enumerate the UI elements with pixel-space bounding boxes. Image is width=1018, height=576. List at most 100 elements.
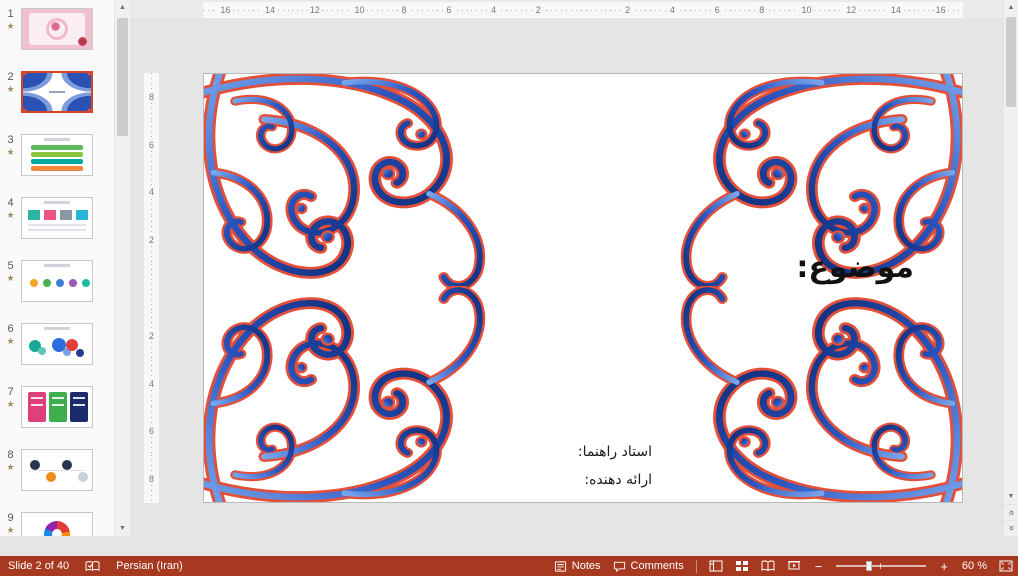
thumbnail-row-1: 1★ [0,8,114,50]
presenter-line[interactable]: ارائه دهنده: [578,466,652,494]
transition-star-icon: ★ [6,85,14,94]
slide-7-thumbnail[interactable] [21,386,93,428]
status-bar: Slide 2 of 40 Persian (Iran) Notes Comme… [0,556,1018,576]
powerpoint-window: 1★ 2★ 3★ 4★ 5★ 6★ [0,0,1018,556]
ruler-label: 4 [650,2,695,18]
slide-number: 4 [7,197,13,209]
zoom-slider-thumb[interactable] [866,561,872,571]
slide-indicator[interactable]: Slide 2 of 40 [8,560,69,572]
ruler-label: 12 [829,2,874,18]
editing-area: 161412108642246810121416 86422468 موضوع:… [130,0,1003,536]
slide-number: 1 [7,8,13,20]
slide-5-thumbnail[interactable] [21,260,93,302]
previous-slide-button[interactable]: « [1004,504,1018,520]
ruler-label: 12 [292,2,337,18]
horizontal-ruler-strip: 161412108642246810121416 [130,0,1003,20]
main-scrollbar-track[interactable] [1004,15,1018,489]
next-slide-button[interactable]: « [1004,520,1018,536]
ruler-label: 6 [144,407,159,455]
slide-show-button[interactable] [787,560,801,572]
spell-check-icon [85,560,100,573]
slide-9-thumbnail[interactable] [21,512,93,536]
slide-2-thumbnail[interactable] [21,71,93,113]
transition-star-icon: ★ [6,463,14,472]
thumbnail-row-9: 9★ [0,512,114,536]
thumbnail-row-8: 8★ [0,449,114,491]
scroll-up-icon[interactable]: ▲ [115,0,131,15]
thumbnail-row-6: 6★ [0,323,114,365]
notes-icon [554,560,567,573]
slide-3-thumbnail[interactable] [21,134,93,176]
slide-1-thumbnail[interactable] [21,8,93,50]
zoom-level-button[interactable]: 60 % [962,560,987,572]
double-chevron-down-icon: « [1006,526,1017,531]
ruler-label: 6 [427,2,472,18]
thumbnail-scrollbar[interactable]: ▲ ▼ [114,0,130,536]
ruler-label: 10 [337,2,382,18]
thumbnail-row-4: 4★ [0,197,114,239]
language-button[interactable]: Persian (Iran) [116,560,183,572]
main-scrollbar[interactable]: ▲ ▼ « « [1003,0,1018,536]
ruler-label [561,2,606,18]
fit-slide-to-window-button[interactable] [999,560,1013,572]
slide-6-thumbnail[interactable] [21,323,93,365]
scroll-down-icon[interactable]: ▼ [115,521,131,536]
zoom-out-button[interactable]: − [813,560,825,573]
spell-check-button[interactable] [85,560,100,573]
ornament-corner-bottom-left-icon [203,286,512,503]
slide-number: 9 [7,512,13,524]
slide-sorter-icon [735,560,749,572]
thumbnail-row-2: 2★ [0,71,114,113]
slide-canvas[interactable]: موضوع: استاد راهنما: ارائه دهنده: [203,73,963,503]
ornament-corner-bottom-right-icon [654,286,963,503]
ruler-label: 10 [784,2,829,18]
slide-4-thumbnail[interactable] [21,197,93,239]
normal-view-button[interactable] [709,560,723,572]
slide-8-thumbnail[interactable] [21,449,93,491]
ruler-label: 2 [605,2,650,18]
scroll-down-icon[interactable]: ▼ [1004,489,1018,504]
notes-button[interactable]: Notes [554,560,601,573]
slide-sorter-view-button[interactable] [735,560,749,572]
thumbnail-row-7: 7★ [0,386,114,428]
h-ruler: 161412108642246810121416 [203,2,963,18]
thumbnail-scrollbar-thumb[interactable] [117,18,128,136]
ruler-label: 6 [144,121,159,169]
advisor-line[interactable]: استاد راهنما: [578,438,652,466]
ruler-label [144,264,159,312]
thumbnail-scrollbar-track[interactable] [115,15,130,521]
ruler-label: 2 [144,312,159,360]
scroll-up-icon[interactable]: ▲ [1004,0,1018,15]
ruler-label: 8 [739,2,784,18]
ruler-label: 8 [382,2,427,18]
zoom-slider[interactable] [836,560,926,572]
slide-title-placeholder[interactable]: موضوع: [796,250,914,285]
ruler-label: 8 [144,73,159,121]
ruler-label: 2 [144,216,159,264]
zoom-slider-track[interactable] [836,565,926,567]
reading-view-button[interactable] [761,560,775,572]
ruler-label: 4 [144,360,159,408]
ruler-label: 4 [471,2,516,18]
double-chevron-up-icon: « [1006,510,1017,515]
transition-star-icon: ★ [6,400,14,409]
comments-icon [613,560,626,573]
ruler-label: 16 [203,2,248,18]
slide-show-icon [787,560,801,572]
slide-number: 6 [7,323,13,335]
ruler-label: 14 [248,2,293,18]
transition-star-icon: ★ [6,526,14,535]
thumbnail-panel: 1★ 2★ 3★ 4★ 5★ 6★ [0,0,130,536]
ruler-label: 8 [144,455,159,503]
thumbnail-list: 1★ 2★ 3★ 4★ 5★ 6★ [0,0,114,536]
thumbnail-row-3: 3★ [0,134,114,176]
comments-button[interactable]: Comments [613,560,684,573]
slide-number: 3 [7,134,13,146]
transition-star-icon: ★ [6,274,14,283]
zoom-in-button[interactable]: + [938,560,950,573]
main-scrollbar-thumb[interactable] [1006,17,1016,107]
transition-star-icon: ★ [6,337,14,346]
fit-to-window-icon [999,560,1013,572]
ruler-label: 6 [695,2,740,18]
transition-star-icon: ★ [6,22,14,31]
